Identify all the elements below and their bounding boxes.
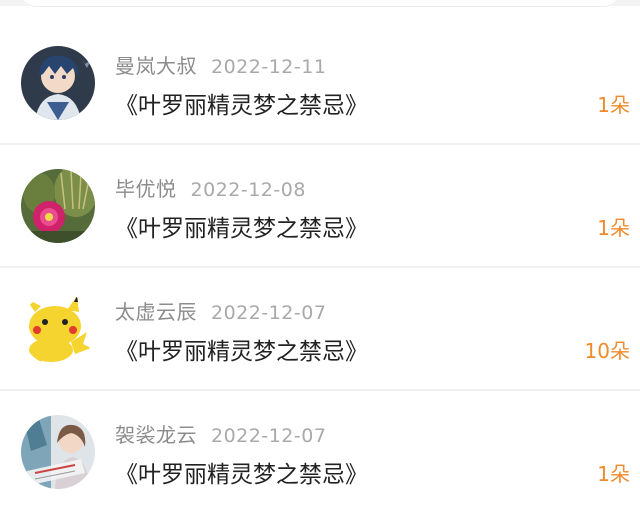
user-name: 毕优悦 2022-12-08: [115, 173, 306, 202]
girl-photo-avatar[interactable]: [21, 415, 95, 489]
record-date: 2022-12-11: [211, 56, 327, 78]
user-name: 太虚云辰 2022-12-07: [115, 296, 326, 325]
book-title[interactable]: 《叶罗丽精灵梦之禁忌》: [115, 332, 368, 366]
record-date: 2022-12-08: [190, 179, 306, 201]
flower-count: 10朵: [584, 339, 630, 363]
book-title[interactable]: 《叶罗丽精灵梦之禁忌》: [115, 209, 368, 243]
list-item[interactable]: 曼岚大叔 2022-12-11 《叶罗丽精灵梦之禁忌》 1朵: [0, 22, 640, 143]
previous-card-edge: [22, 0, 618, 7]
flower-count: 1朵: [597, 93, 630, 117]
record-date: 2022-12-07: [211, 302, 327, 324]
user-name-text: 太虚云辰: [115, 300, 197, 324]
list-item[interactable]: 袈裟龙云 2022-12-07 《叶罗丽精灵梦之禁忌》 1朵: [0, 389, 640, 512]
anime-boy-avatar[interactable]: [21, 46, 95, 120]
user-name: 袈裟龙云 2022-12-07: [115, 419, 326, 448]
cactus-flower-avatar[interactable]: [21, 169, 95, 243]
list-item[interactable]: 毕优悦 2022-12-08 《叶罗丽精灵梦之禁忌》 1朵: [0, 143, 640, 266]
user-name: 曼岚大叔 2022-12-11: [115, 50, 326, 79]
pikachu-avatar[interactable]: [21, 292, 95, 366]
book-title[interactable]: 《叶罗丽精灵梦之禁忌》: [115, 86, 368, 120]
flower-count: 1朵: [597, 216, 630, 240]
user-name-text: 曼岚大叔: [115, 54, 197, 78]
user-name-text: 毕优悦: [115, 177, 177, 201]
record-date: 2022-12-07: [211, 425, 327, 447]
book-title[interactable]: 《叶罗丽精灵梦之禁忌》: [115, 455, 368, 489]
user-name-text: 袈裟龙云: [115, 423, 197, 447]
flower-count: 1朵: [597, 462, 630, 486]
list-item[interactable]: 太虚云辰 2022-12-07 《叶罗丽精灵梦之禁忌》 10朵: [0, 266, 640, 389]
gift-record-list: 曼岚大叔 2022-12-11 《叶罗丽精灵梦之禁忌》 1朵 毕优悦 2022-12…: [0, 22, 640, 512]
